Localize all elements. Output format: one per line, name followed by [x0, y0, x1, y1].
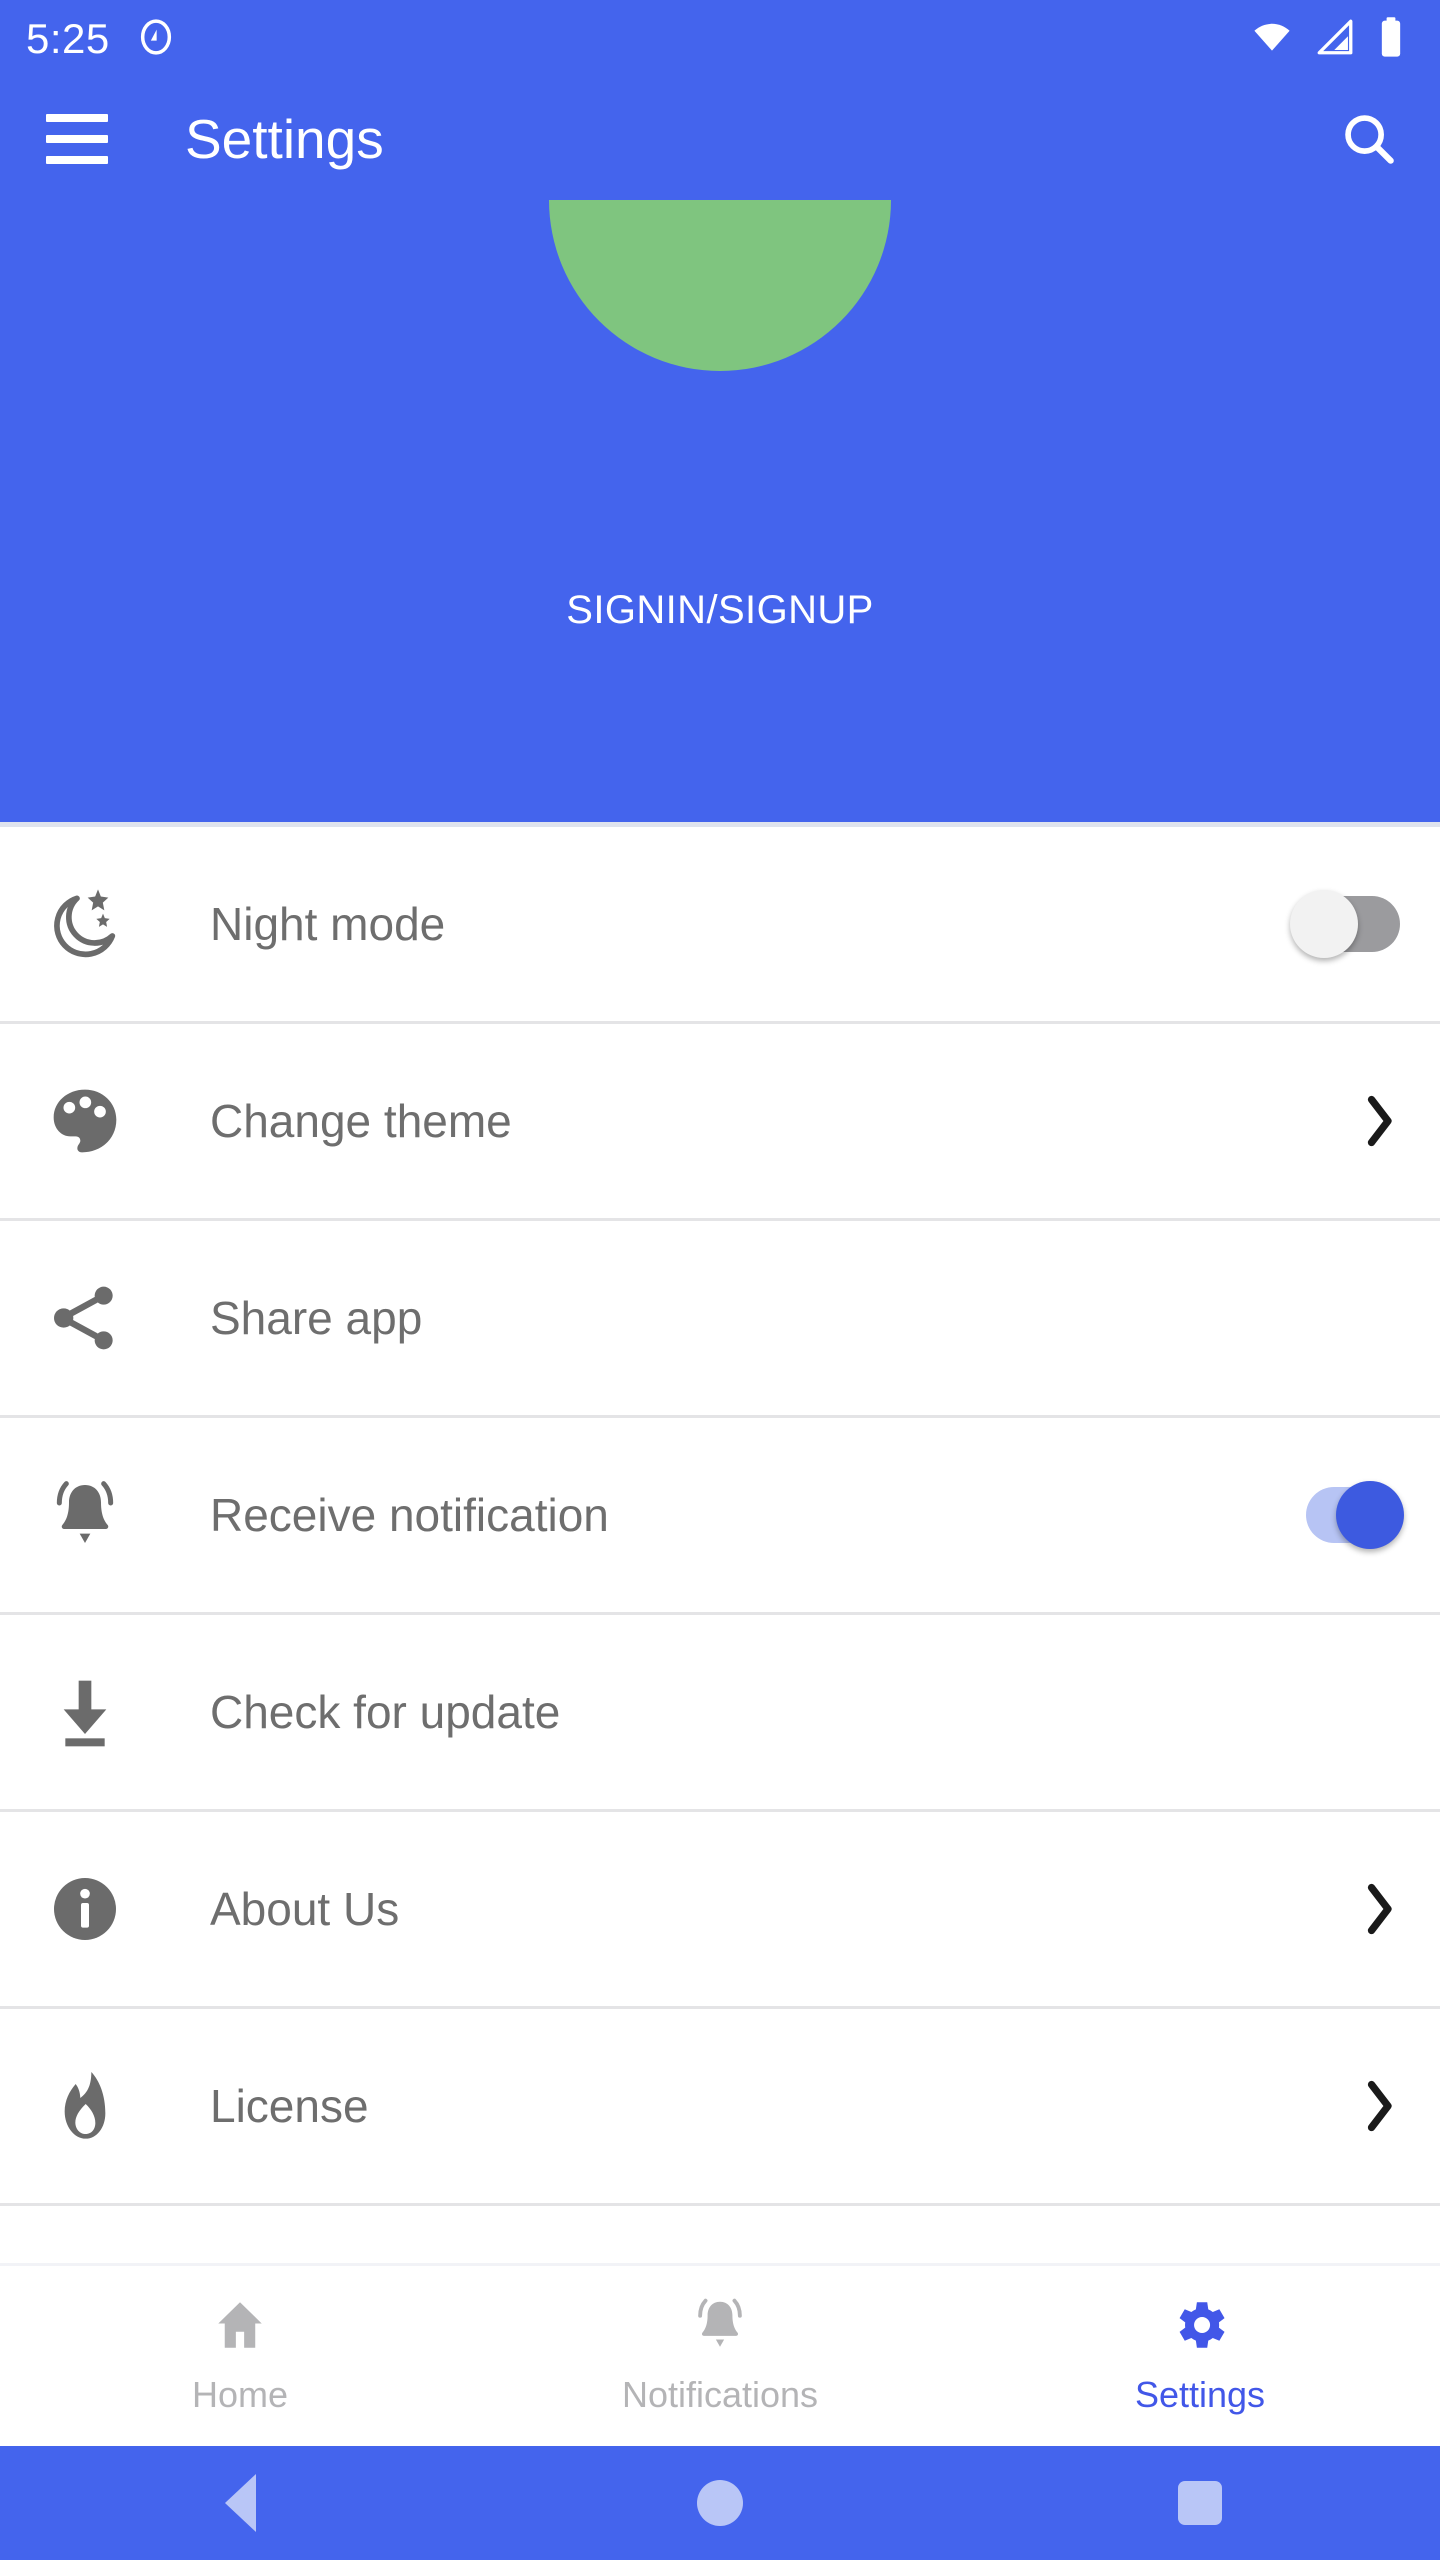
settings-row-label: About Us: [210, 1883, 400, 1935]
chevron-right-icon[interactable]: [1360, 2074, 1400, 2138]
app-screen: 5:25 Settings SIGNIN/SIGNUP Night mode C…: [0, 0, 1440, 2560]
settings-row-label: Night mode: [210, 898, 446, 950]
settings-row-license[interactable]: License: [0, 2009, 1440, 2206]
battery-icon: [1376, 15, 1406, 64]
recents-square-shape: [1178, 2481, 1222, 2525]
settings-row-label: License: [210, 2080, 369, 2132]
page-title: Settings: [185, 107, 384, 170]
home-circle-shape: [697, 2480, 743, 2526]
settings-row-label: Check for update: [210, 1686, 561, 1738]
profile-header: SIGNIN/SIGNUP: [0, 200, 1440, 827]
home-icon: [209, 2294, 271, 2361]
hamburger-line: [46, 114, 108, 122]
wifi-icon: [1250, 15, 1294, 64]
nav-item-home[interactable]: Home: [0, 2294, 480, 2413]
system-navigation-bar: [0, 2446, 1440, 2560]
android-q-icon: [136, 17, 176, 62]
status-clock: 5:25: [26, 15, 110, 62]
nav-item-label: Home: [191, 2373, 289, 2415]
settings-row-receive-notification[interactable]: Receive notification: [0, 1418, 1440, 1615]
hamburger-line: [46, 156, 108, 164]
download-icon: [38, 1672, 132, 1752]
hamburger-menu-icon[interactable]: [46, 114, 108, 164]
settings-row-trailing: [1290, 1877, 1400, 1941]
settings-row-trailing: [1290, 890, 1400, 958]
settings-row-night-mode[interactable]: Night mode: [0, 827, 1440, 1024]
settings-row-trailing: [1290, 2074, 1400, 2138]
chevron-right-icon[interactable]: [1360, 1877, 1400, 1941]
signin-signup-button[interactable]: SIGNIN/SIGNUP: [0, 588, 1440, 633]
toggle-thumb: [1290, 890, 1358, 958]
settings-row-label: Share app: [210, 1292, 423, 1344]
bell-icon: [689, 2294, 751, 2361]
settings-row-label: Change theme: [210, 1095, 512, 1147]
avatar[interactable]: [549, 200, 891, 371]
gear-icon: [1169, 2294, 1231, 2361]
nav-item-label: Notifications: [621, 2373, 819, 2415]
moon-stars-icon: [38, 884, 132, 964]
search-icon[interactable]: [1332, 102, 1406, 176]
bell-ringing-icon: [38, 1475, 132, 1555]
nav-item-label: Settings: [1134, 2373, 1266, 2415]
back-triangle-shape: [224, 2474, 256, 2532]
info-circle-icon: [38, 1869, 132, 1949]
nav-item-notifications[interactable]: Notifications: [480, 2294, 960, 2413]
back-triangle-icon[interactable]: [0, 2474, 480, 2532]
nav-item-settings[interactable]: Settings: [960, 2294, 1440, 2413]
share-nodes-icon: [38, 1278, 132, 1358]
status-bar-left: 5:25: [26, 17, 176, 62]
settings-row-check-for-update[interactable]: Check for update: [0, 1615, 1440, 1812]
settings-row-label: Receive notification: [210, 1489, 609, 1541]
flame-icon: [38, 2066, 132, 2146]
hamburger-line: [46, 135, 108, 143]
status-bar: 5:25: [0, 0, 1440, 78]
toggle-thumb: [1336, 1481, 1404, 1549]
recents-square-icon[interactable]: [960, 2481, 1440, 2525]
settings-row-change-theme[interactable]: Change theme: [0, 1024, 1440, 1221]
settings-row-trailing: [1290, 1481, 1404, 1549]
home-circle-icon[interactable]: [480, 2480, 960, 2526]
settings-list: Night mode Change theme Share app Receiv…: [0, 827, 1440, 2263]
palette-icon: [38, 1081, 132, 1161]
status-bar-right: [1250, 15, 1406, 64]
settings-row-share-app[interactable]: Share app: [0, 1221, 1440, 1418]
night-mode-toggle[interactable]: [1290, 890, 1400, 958]
settings-row-about-us[interactable]: About Us: [0, 1812, 1440, 2009]
cellular-signal-icon: [1314, 16, 1356, 63]
chevron-right-icon[interactable]: [1360, 1089, 1400, 1153]
settings-row-trailing: [1290, 1089, 1400, 1153]
app-bar: Settings: [0, 78, 1440, 200]
receive-notification-toggle[interactable]: [1292, 1481, 1404, 1549]
bottom-navigation: Home Notifications Settings: [0, 2263, 1440, 2446]
